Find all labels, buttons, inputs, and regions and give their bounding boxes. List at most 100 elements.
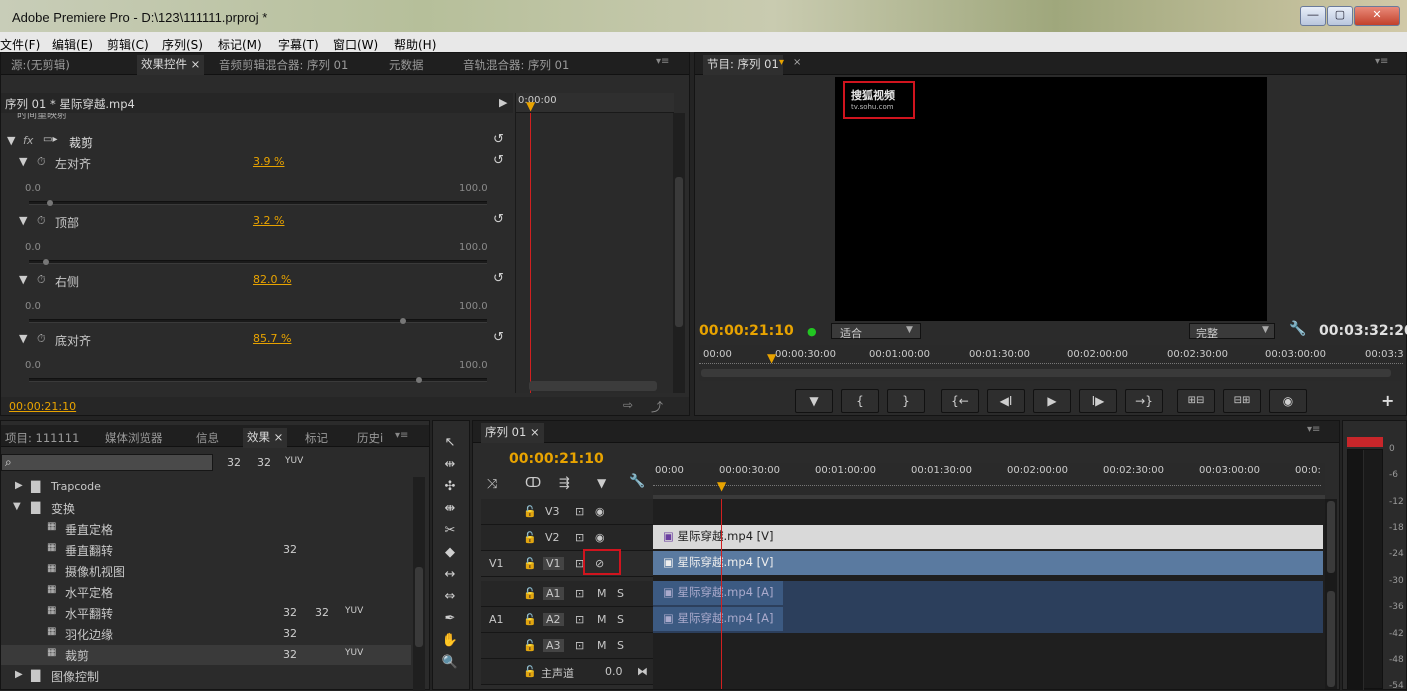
tree-effect[interactable]: ▦ 垂直定格	[1, 519, 411, 539]
slider-knob[interactable]	[399, 318, 406, 324]
rate-stretch-tool-icon[interactable]: ✂	[438, 523, 462, 543]
master-volume-value[interactable]: 0.0	[605, 665, 623, 678]
tab-info[interactable]: 信息	[196, 430, 219, 446]
go-to-out-button[interactable]: →}	[1125, 389, 1163, 413]
crop-effect-row[interactable]: ▼ fx ▭▸ 裁剪 ↺	[1, 131, 513, 151]
expand-arrow-icon[interactable]: ▶	[15, 480, 23, 491]
tab-project[interactable]: 项目: 111111	[5, 430, 79, 446]
tree-effect[interactable]: ▦ 垂直翻转 32	[1, 540, 411, 560]
stopwatch-icon[interactable]: ⏱	[37, 155, 46, 169]
play-button[interactable]: ▶	[1033, 389, 1071, 413]
tab-media-browser[interactable]: 媒体浏览器	[105, 430, 163, 446]
param-slider[interactable]	[29, 200, 487, 206]
tab-markers[interactable]: 标记	[305, 430, 328, 446]
collapse-arrow-icon[interactable]: ▼	[19, 155, 27, 168]
tab-source[interactable]: 源:(无剪辑)	[11, 57, 70, 73]
eye-icon[interactable]: ◉	[595, 531, 605, 544]
effect-mini-timeline[interactable]: 0:00:00 ▼	[515, 93, 674, 393]
horizontal-scrollbar[interactable]	[529, 381, 657, 391]
menu-marker[interactable]: 标记(M)	[218, 34, 262, 53]
ripple-edit-tool-icon[interactable]: ✣	[438, 479, 462, 499]
scrollbar[interactable]	[673, 113, 685, 393]
track-header-a3[interactable]: 🔓 A3 ⊡ M S	[481, 633, 653, 659]
tab-metadata[interactable]: 元数据	[389, 57, 424, 73]
tree-effect-selected[interactable]: ▦ 裁剪 32 YUV	[1, 645, 411, 665]
track-header-v1[interactable]: V1 🔓 V1 ⊡ ⊘	[481, 551, 653, 577]
param-value[interactable]: 82.0 %	[253, 273, 291, 286]
slider-knob[interactable]	[416, 377, 423, 383]
stopwatch-icon[interactable]: ⏱	[37, 273, 46, 287]
step-back-button[interactable]: ◀I	[987, 389, 1025, 413]
reset-icon[interactable]: ↺	[493, 132, 504, 147]
marker-icon[interactable]: ▼	[597, 476, 606, 490]
mute-button[interactable]: M	[597, 613, 607, 626]
video-clip-v2[interactable]: ▣ 星际穿越.mp4 [V]	[653, 525, 1323, 549]
track-header-v3[interactable]: 🔓 V3 ⊡ ◉	[481, 499, 653, 525]
hand-tool-icon[interactable]: ✋	[438, 633, 462, 653]
solo-button[interactable]: S	[617, 639, 624, 652]
mute-button[interactable]: M	[597, 587, 607, 600]
lock-icon[interactable]: 🔓	[523, 639, 537, 652]
rolling-edit-tool-icon[interactable]: ⇼	[438, 501, 462, 521]
menu-window[interactable]: 窗口(W)	[333, 34, 378, 53]
tab-effect-controls[interactable]: 效果控件 ×	[137, 55, 205, 75]
tab-audio-track-mixer[interactable]: 音轨混合器: 序列 01	[463, 57, 569, 73]
menu-file[interactable]: 文件(F)	[0, 34, 40, 53]
menu-edit[interactable]: 编辑(E)	[52, 34, 93, 53]
track-content-area[interactable]: ▣ 星际穿越.mp4 [V] ▣ 星际穿越.mp4 [V] ▣ 星际穿越.mp4…	[653, 499, 1325, 689]
tree-effect[interactable]: ▦ 水平翻转 32 32 YUV	[1, 603, 411, 623]
snap-icon[interactable]: ⤨	[487, 477, 497, 492]
tab-history[interactable]: 历史i	[357, 430, 383, 446]
maximize-button[interactable]: ▢	[1327, 6, 1353, 26]
collapse-arrow-icon[interactable]: ▼	[19, 214, 27, 227]
param-slider[interactable]	[29, 259, 487, 265]
panel-menu-icon[interactable]: ▾≡	[1375, 56, 1388, 67]
slider-knob[interactable]	[43, 259, 50, 265]
panel-menu-icon[interactable]: ▾≡	[395, 430, 408, 441]
tree-folder[interactable]: ▶ ▇ 图像控制	[1, 666, 411, 686]
dropdown-arrow-icon[interactable]: ▾	[779, 57, 784, 68]
clip-indicator[interactable]	[1347, 437, 1383, 447]
tree-effect[interactable]: ▦ 摄像机视图	[1, 561, 411, 581]
accelerated-effects-icon[interactable]: 32	[227, 456, 241, 469]
panel-menu-icon[interactable]: ▾≡	[1307, 424, 1320, 435]
menu-clip[interactable]: 剪辑(C)	[107, 34, 149, 53]
sync-lock-icon[interactable]: ⊡	[575, 639, 584, 652]
collapse-arrow-icon[interactable]: ▼	[13, 501, 21, 512]
export-frame-button[interactable]: ◉	[1269, 389, 1307, 413]
menu-sequence[interactable]: 序列(S)	[162, 34, 203, 53]
audio-clip-a2[interactable]: ▣ 星际穿越.mp4 [A]	[653, 607, 783, 631]
filter-icon[interactable]: ⇨	[623, 398, 633, 412]
menu-help[interactable]: 帮助(H)	[394, 34, 436, 53]
add-marker-button[interactable]: ▼	[795, 389, 833, 413]
eye-icon[interactable]: ◉	[595, 505, 605, 518]
sync-lock-icon[interactable]: ⊡	[575, 531, 584, 544]
param-value[interactable]: 3.2 %	[253, 214, 284, 227]
wrench-icon[interactable]: 🔧	[1289, 321, 1306, 337]
fx-icon[interactable]: fx	[23, 134, 33, 147]
collapse-arrow-icon[interactable]: ▼	[19, 273, 27, 286]
lock-icon[interactable]: 🔓	[523, 505, 537, 518]
tree-effect[interactable]: ▦ 水平定格	[1, 582, 411, 602]
track-header-v2[interactable]: 🔓 V2 ⊡ ◉	[481, 525, 653, 551]
go-to-in-button[interactable]: {←	[941, 389, 979, 413]
close-tab-icon[interactable]: ×	[793, 57, 801, 68]
add-marker-icon[interactable]: ⇶	[559, 476, 570, 491]
sync-lock-icon[interactable]: ⊡	[575, 613, 584, 626]
param-value[interactable]: 3.9 %	[253, 155, 284, 168]
timeline-current-time[interactable]: 00:00:21:10	[509, 451, 604, 467]
expand-arrow-icon[interactable]: ▶	[15, 669, 23, 680]
expand-arrow-icon[interactable]: ▶	[499, 96, 507, 109]
reset-icon[interactable]: ↺	[493, 271, 504, 286]
param-slider[interactable]	[29, 377, 487, 383]
slider-knob[interactable]	[46, 200, 53, 206]
tab-effects[interactable]: 效果 ×	[243, 428, 288, 448]
extract-button[interactable]: ⊟⊞	[1223, 389, 1261, 413]
reset-icon[interactable]: ↺	[493, 212, 504, 227]
minimize-button[interactable]: —	[1300, 6, 1326, 26]
scrollbar[interactable]	[413, 477, 425, 691]
tree-folder[interactable]: ▼ ▇ 变换	[1, 498, 411, 518]
mark-out-button[interactable]: }	[887, 389, 925, 413]
reset-icon[interactable]: ↺	[493, 153, 504, 168]
tab-sequence[interactable]: 序列 01 ×	[481, 423, 544, 443]
